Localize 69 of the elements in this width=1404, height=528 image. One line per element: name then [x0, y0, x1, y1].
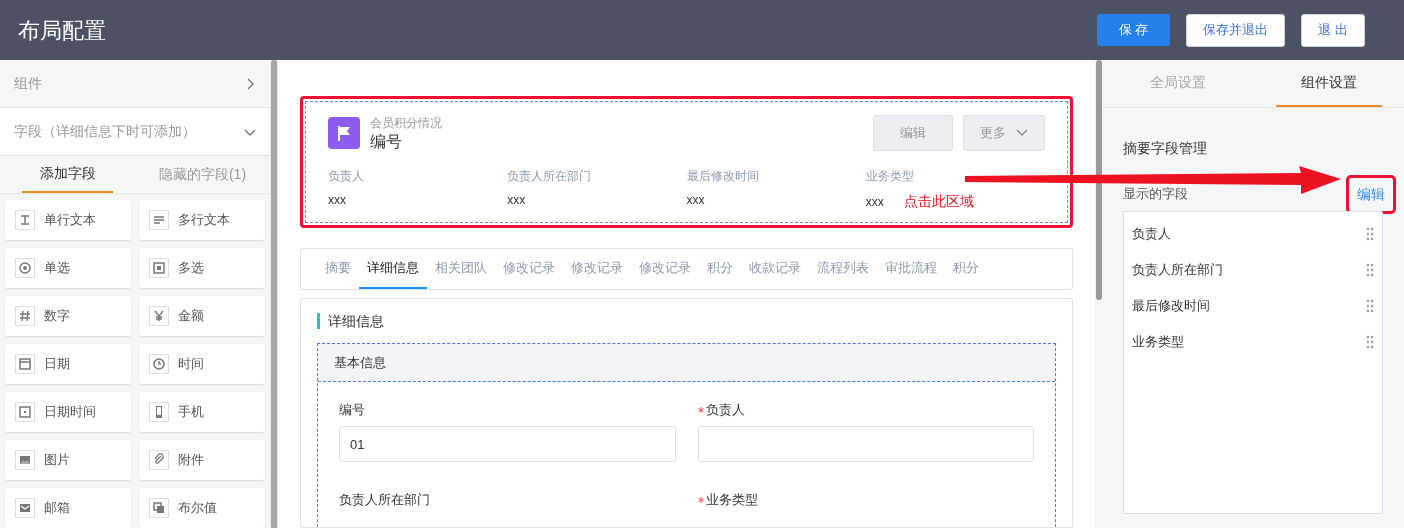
datetime-tile-icon: [15, 402, 35, 422]
header-button[interactable]: 保 存: [1096, 13, 1171, 46]
field-label: 最后修改时间: [686, 168, 760, 185]
form-label: 负责人: [705, 401, 745, 420]
list-item[interactable]: 最后修改时间: [1132, 296, 1210, 316]
field-label: 负责人所在部门: [507, 168, 593, 185]
page-title: 布局配置: [18, 16, 107, 45]
list-item[interactable]: 业务类型: [1132, 332, 1184, 352]
paperclip-tile-icon: [149, 450, 169, 470]
image-tile-icon: [15, 450, 35, 470]
field-type-item[interactable]: 手机: [139, 392, 265, 432]
panel-tab[interactable]: 组件设置: [1275, 60, 1382, 107]
field-type-item[interactable]: 数字: [5, 296, 131, 336]
lines-tile-icon: [149, 210, 169, 230]
squares-tile-icon: [149, 498, 169, 518]
field-type-item[interactable]: 邮箱: [5, 488, 131, 528]
list-label: 显示的字段: [1123, 185, 1188, 204]
list-item[interactable]: 负责人所在部门: [1132, 260, 1223, 280]
drag-handle-icon[interactable]: [1366, 299, 1374, 313]
field-label: 负责人: [328, 168, 365, 185]
drag-handle-icon[interactable]: [1366, 227, 1374, 241]
clock-tile-icon: [149, 354, 169, 374]
annotation-text: 点击此区域: [903, 192, 974, 211]
field-value: xxx: [686, 192, 705, 209]
calendar-tile-icon: [15, 354, 35, 374]
scrollbar-thumb[interactable]: [1096, 60, 1102, 300]
field-type-item[interactable]: 多选: [139, 248, 265, 288]
radio-tile-icon: [15, 258, 35, 278]
field-value: xxx: [328, 192, 346, 209]
flag-icon: [328, 117, 360, 149]
form-label: 业务类型: [705, 491, 758, 510]
text-tile-icon: [15, 210, 35, 230]
yen-tile-icon: [149, 306, 169, 326]
accent-bar: [317, 313, 320, 329]
panel-tab[interactable]: 添加字段: [22, 156, 113, 193]
form-label: 编号: [339, 401, 365, 420]
field-type-item[interactable]: 单行文本: [5, 200, 131, 240]
field-label: 业务类型: [865, 168, 915, 185]
field-type-item[interactable]: 单选: [5, 248, 131, 288]
card-subtitle: 会员积分情况: [370, 116, 443, 131]
section-heading: 摘要字段管理: [1123, 139, 1208, 158]
form-label: 负责人所在部门: [339, 491, 430, 510]
envelope-tile-icon: [15, 498, 35, 518]
chevron-icon: [1016, 129, 1028, 137]
header-button[interactable]: 退 出: [1301, 13, 1365, 47]
field-type-item[interactable]: 日期时间: [5, 392, 131, 432]
group-title: 基本信息: [334, 353, 386, 372]
field-value: xxx: [865, 193, 884, 211]
field-type-item[interactable]: 时间: [139, 344, 265, 384]
text-input[interactable]: 01: [339, 426, 676, 462]
text-input[interactable]: [697, 426, 1034, 462]
phone-tile-icon: [149, 402, 169, 422]
list-item[interactable]: 负责人: [1132, 224, 1171, 244]
field-type-item[interactable]: 多行文本: [139, 200, 265, 240]
field-type-item[interactable]: 布尔值: [139, 488, 265, 528]
detail-tab[interactable]: 详细信息: [359, 249, 427, 289]
hash-tile-icon: [15, 306, 35, 326]
field-value: xxx: [507, 192, 526, 209]
card-title: 编号: [370, 132, 403, 152]
field-type-item[interactable]: 日期: [5, 344, 131, 384]
drag-handle-icon[interactable]: [1366, 335, 1374, 349]
section-title: 详细信息: [328, 311, 384, 331]
field-type-item[interactable]: 图片: [5, 440, 131, 480]
scrollbar-thumb[interactable]: [271, 60, 277, 528]
field-type-item[interactable]: 金额: [139, 296, 265, 336]
drag-handle-icon[interactable]: [1366, 263, 1374, 277]
header-button[interactable]: 保存并退出: [1186, 13, 1286, 47]
checkbox-tile-icon: [149, 258, 169, 278]
field-type-item[interactable]: 附件: [139, 440, 265, 480]
